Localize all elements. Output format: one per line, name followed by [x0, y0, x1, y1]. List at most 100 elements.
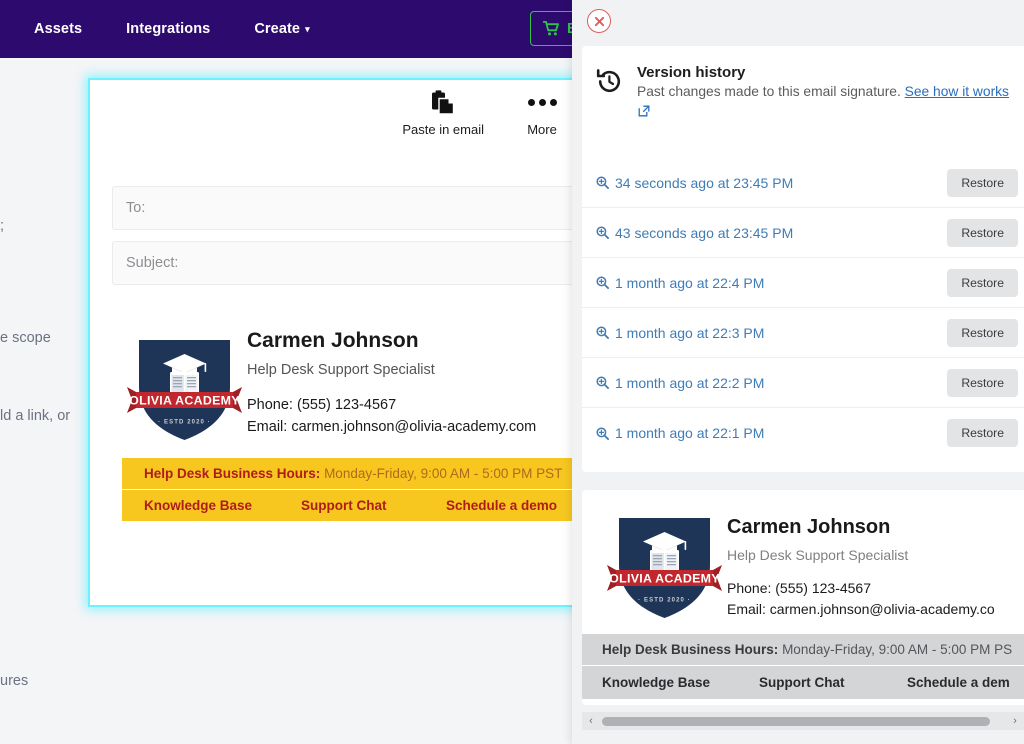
page-text-fragment: ld a link, or: [0, 408, 71, 424]
signature-preview-link-knowledge-base[interactable]: Knowledge Base: [602, 675, 759, 690]
version-entry-label: 1 month ago at 22:4 PM: [615, 274, 765, 291]
svg-text:· ESTD 2020 ·: · ESTD 2020 ·: [158, 420, 211, 426]
nav-item-integrations[interactable]: Integrations: [104, 13, 232, 45]
version-entry-link[interactable]: 34 seconds ago at 23:45 PM: [596, 175, 793, 191]
nav-item-create[interactable]: Create ▾: [232, 13, 331, 45]
svg-text:OLIVIA ACADEMY: OLIVIA ACADEMY: [129, 393, 240, 407]
olivia-academy-shield-logo: OLIVIA ACADEMY · ESTD 2020 ·: [122, 322, 247, 444]
signature-preview-hours-label: Help Desk Business Hours:: [602, 642, 779, 657]
close-circle-icon[interactable]: [587, 9, 611, 33]
signature-phone: Phone: (555) 123-4567: [247, 397, 397, 414]
version-entry-label: 1 month ago at 22:3 PM: [615, 324, 765, 341]
nav-items: Assets Integrations Create ▾: [0, 13, 332, 45]
scroll-left-arrow-icon[interactable]: ‹: [582, 712, 600, 730]
signature-preview-phone: Phone: (555) 123-4567: [727, 580, 871, 596]
version-entry-link[interactable]: 1 month ago at 22:3 PM: [596, 325, 764, 341]
restore-button[interactable]: Restore: [947, 218, 1018, 247]
version-history-panel: Version history Past changes made to thi…: [572, 0, 1024, 744]
restore-button[interactable]: Restore: [947, 368, 1018, 397]
restore-button[interactable]: Restore: [947, 168, 1018, 197]
signature-links-banner: Knowledge Base Support Chat Schedule a d…: [122, 490, 642, 521]
version-entry-link[interactable]: 1 month ago at 22:1 PM: [596, 425, 764, 441]
svg-text:OLIVIA ACADEMY: OLIVIA ACADEMY: [609, 571, 720, 585]
signature-info: Carmen Johnson Help Desk Support Special…: [247, 322, 536, 438]
version-history-headings: Version history Past changes made to thi…: [637, 64, 1018, 121]
to-field-label: To:: [126, 200, 146, 216]
signature-email: Email: carmen.johnson@olivia-academy.com: [247, 418, 537, 435]
see-how-it-works-link[interactable]: See how it works: [905, 84, 1009, 99]
version-entry-link[interactable]: 1 month ago at 22:2 PM: [596, 375, 764, 391]
signature-hours-banner: Help Desk Business Hours: Monday-Friday,…: [122, 458, 642, 490]
more-button[interactable]: More: [518, 90, 566, 137]
signature-preview-name: Carmen Johnson: [727, 516, 891, 538]
signature-preview-info: Carmen Johnson Help Desk Support Special…: [727, 504, 995, 620]
version-history-row: 43 seconds ago at 23:45 PM Restore: [582, 208, 1024, 259]
version-history-card: Version history Past changes made to thi…: [582, 46, 1024, 472]
external-link-icon: [638, 103, 650, 117]
paste-in-email-button[interactable]: Paste in email: [402, 90, 484, 137]
magnifier-plus-icon: [596, 376, 609, 390]
more-label: More: [527, 122, 557, 137]
version-entry-label: 43 seconds ago at 23:45 PM: [615, 224, 794, 241]
scrollbar-track[interactable]: [600, 712, 1006, 730]
olivia-academy-shield-logo: OLIVIA ACADEMY · ESTD 2020 ·: [602, 504, 727, 622]
email-signature-block[interactable]: OLIVIA ACADEMY · ESTD 2020 · Carmen John…: [122, 322, 642, 521]
restore-button[interactable]: Restore: [947, 318, 1018, 347]
nav-item-create-label: Create: [254, 21, 301, 37]
restore-button[interactable]: Restore: [947, 419, 1018, 448]
shopping-cart-icon: [543, 21, 559, 36]
magnifier-plus-icon: [596, 176, 609, 190]
restore-button[interactable]: Restore: [947, 268, 1018, 297]
nav-item-assets-label: Assets: [34, 21, 83, 37]
email-editor-card[interactable]: Paste in email More To: Subject: OLIVIA …: [88, 78, 642, 607]
to-field[interactable]: To:: [112, 186, 632, 230]
signature-preview-job-title: Help Desk Support Specialist: [727, 547, 909, 563]
signature-job-title: Help Desk Support Specialist: [247, 362, 435, 379]
signature-link-knowledge-base[interactable]: Knowledge Base: [144, 498, 301, 513]
version-entry-link[interactable]: 43 seconds ago at 23:45 PM: [596, 225, 793, 241]
signature-preview-card: OLIVIA ACADEMY · ESTD 2020 · Carmen John…: [582, 490, 1024, 705]
version-entry-link[interactable]: 1 month ago at 22:4 PM: [596, 275, 764, 291]
horizontal-scrollbar[interactable]: ‹ ›: [582, 712, 1024, 730]
magnifier-plus-icon: [596, 326, 609, 340]
version-entry-label: 1 month ago at 22:2 PM: [615, 374, 765, 391]
signature-link-schedule-demo[interactable]: Schedule a demo: [446, 498, 557, 513]
version-history-subtitle: Past changes made to this email signatur…: [637, 82, 1018, 121]
signature-preview-top: OLIVIA ACADEMY · ESTD 2020 · Carmen John…: [582, 504, 1024, 634]
page-text-fragment: ures: [0, 673, 29, 689]
signature-link-support-chat[interactable]: Support Chat: [301, 498, 446, 513]
scrollbar-thumb[interactable]: [602, 716, 990, 726]
nav-item-integrations-label: Integrations: [126, 21, 211, 37]
page-text-fragment: e scope: [0, 330, 51, 346]
version-history-row: 1 month ago at 22:4 PM Restore: [582, 258, 1024, 309]
signature-preview-link-support-chat[interactable]: Support Chat: [759, 675, 907, 690]
version-history-row: 1 month ago at 22:2 PM Restore: [582, 358, 1024, 409]
signature-preview-link-schedule-demo[interactable]: Schedule a dem: [907, 675, 1010, 690]
clipboard-paste-icon: [431, 90, 455, 115]
scroll-right-arrow-icon[interactable]: ›: [1006, 712, 1024, 730]
magnifier-plus-icon: [596, 226, 609, 240]
subject-field-label: Subject:: [126, 255, 179, 271]
signature-preview-links-banner: Knowledge Base Support Chat Schedule a d…: [582, 666, 1024, 699]
app-root: Assets Integrations Create▾ B ; e scope: [0, 0, 1024, 744]
version-entry-label: 34 seconds ago at 23:45 PM: [615, 174, 794, 191]
signature-top: OLIVIA ACADEMY · ESTD 2020 · Carmen John…: [122, 322, 642, 458]
signature-preview-hours-banner: Help Desk Business Hours: Monday-Friday,…: [582, 634, 1024, 666]
magnifier-plus-icon: [596, 276, 609, 290]
signature-preview-inner: OLIVIA ACADEMY · ESTD 2020 · Carmen John…: [582, 490, 1024, 699]
version-history-row: 34 seconds ago at 23:45 PM Restore: [582, 158, 1024, 209]
signature-hours-value: Monday-Friday, 9:00 AM - 5:00 PM PST: [320, 466, 563, 481]
signature-hours-label: Help Desk Business Hours:: [144, 466, 321, 481]
version-entry-label: 1 month ago at 22:1 PM: [615, 425, 765, 442]
version-history-header: Version history Past changes made to thi…: [582, 46, 1024, 121]
subject-field[interactable]: Subject:: [112, 241, 632, 285]
signature-preview-hours-value: Monday-Friday, 9:00 AM - 5:00 PM PS: [778, 642, 1013, 657]
signature-preview-email: Email: carmen.johnson@olivia-academy.co: [727, 601, 995, 617]
editor-toolbar: Paste in email More: [402, 90, 566, 137]
ellipsis-icon: [527, 90, 557, 115]
signature-preview-contact: Phone: (555) 123-4567 Email: carmen.john…: [727, 578, 995, 620]
version-history-list: 34 seconds ago at 23:45 PM Restore 43 se…: [582, 158, 1024, 458]
nav-item-assets[interactable]: Assets: [12, 13, 104, 45]
version-history-row: 1 month ago at 22:1 PM Restore: [582, 408, 1024, 458]
paste-in-email-label: Paste in email: [402, 122, 484, 137]
